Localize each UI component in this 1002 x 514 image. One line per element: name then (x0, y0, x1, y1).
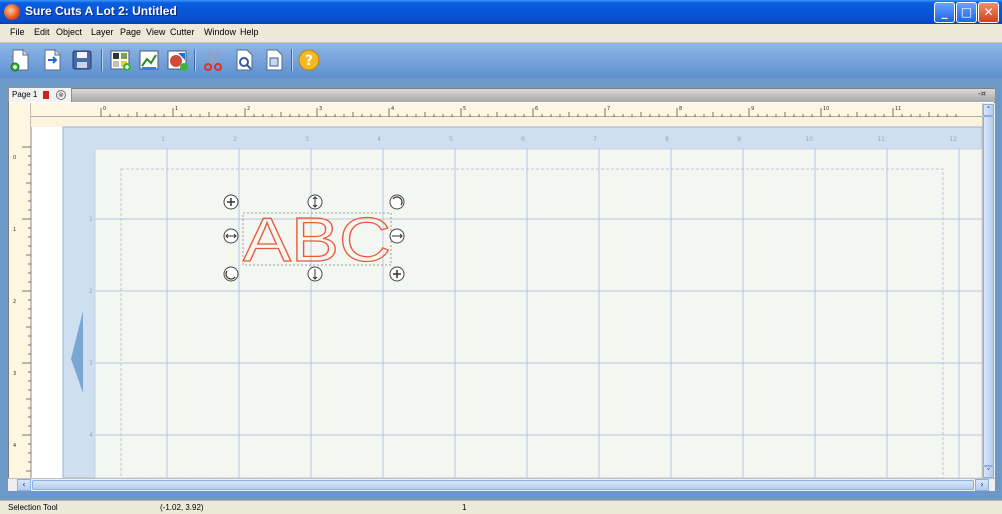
status-cursor-coordinates: (-1.02, 3.92) (160, 503, 204, 512)
top-ruler-label: 4 (391, 106, 394, 112)
top-ruler-label: 3 (319, 106, 322, 112)
left-ruler-label: 0 (13, 155, 16, 161)
horizontal-scroll-thumb[interactable] (32, 480, 974, 490)
save-icon[interactable] (70, 48, 94, 72)
mat-column-label: 12 (949, 136, 957, 143)
status-bar (0, 500, 1002, 514)
menu-object[interactable]: Object (56, 27, 82, 37)
design-workspace[interactable]: 1 2 3 4 5 6 7 8 9 10 11 12 1234 0 1 2 3 4 5 6 7 8 9 10 11 0123… (9, 103, 982, 478)
window-title: Sure Cuts A Lot 2: Untitled (25, 4, 177, 18)
print-preview-icon[interactable] (262, 48, 286, 72)
mat-column-label: 3 (305, 136, 309, 143)
menu-view[interactable]: View (146, 27, 165, 37)
top-ruler-label: 7 (607, 106, 610, 112)
top-ruler-label: 9 (751, 106, 754, 112)
scroll-up-button[interactable]: ˄ (983, 104, 994, 116)
handle-move[interactable] (223, 194, 239, 210)
tab-strip-menu-button[interactable]: -¤ (978, 89, 986, 98)
vertical-scroll-thumb[interactable] (983, 116, 994, 466)
mat-column-label: 4 (377, 136, 381, 143)
menu-layer[interactable]: Layer (91, 27, 114, 37)
help-icon[interactable]: ? (297, 48, 321, 72)
left-ruler-label: 1 (13, 227, 16, 233)
handle-rotate-top-right[interactable] (389, 194, 405, 210)
left-ruler-label: 2 (13, 299, 16, 305)
handle-right-resize[interactable] (389, 228, 405, 244)
scroll-right-button[interactable]: › (975, 479, 989, 491)
status-current-tool: Selection Tool (8, 503, 58, 512)
open-document-icon[interactable] (40, 48, 64, 72)
title-bar: Sure Cuts A Lot 2: Untitled _ □ ✕ (0, 0, 1002, 24)
top-ruler-label: 1 (175, 106, 178, 112)
handle-scale-bottom-right[interactable] (389, 266, 405, 282)
import-shape-icon[interactable] (165, 48, 189, 72)
handle-left-resize[interactable] (223, 228, 239, 244)
application-window: Sure Cuts A Lot 2: Untitled _ □ ✕ File E… (0, 0, 1002, 514)
import-chart-icon[interactable] (137, 48, 161, 72)
top-ruler-label: 6 (535, 106, 538, 112)
top-ruler-label: 8 (679, 106, 682, 112)
new-document-icon[interactable] (8, 48, 32, 72)
mat-row-label: 1 (89, 216, 93, 223)
scroll-left-button[interactable]: ‹ (17, 479, 31, 491)
minimize-button[interactable]: _ (934, 2, 955, 23)
left-ruler-label: 4 (13, 443, 16, 449)
handle-rotate-bottom-left[interactable] (223, 266, 239, 282)
mat-column-label: 6 (521, 136, 525, 143)
handle-top-resize[interactable] (307, 194, 323, 210)
menu-bar: File Edit Object Layer Page View Cutter … (0, 24, 1002, 43)
scroll-down-button[interactable]: ˅ (983, 466, 994, 478)
left-ruler-label: 3 (13, 371, 16, 377)
top-ruler-label: 2 (247, 106, 250, 112)
top-ruler-label: 5 (463, 106, 466, 112)
cut-scissors-icon[interactable] (201, 48, 225, 72)
handle-bottom-resize[interactable] (307, 266, 323, 282)
toolbar-separator (194, 49, 196, 71)
top-ruler-label: 0 (103, 106, 106, 112)
close-button[interactable]: ✕ (978, 2, 999, 23)
tab-modified-indicator (43, 91, 49, 99)
import-image-icon[interactable] (108, 48, 132, 72)
status-page-number: 1 (462, 503, 467, 512)
mat-column-label: 2 (233, 136, 237, 143)
tab-page-1[interactable]: Page 1 ⊗ (8, 87, 72, 103)
mat-column-label: 8 (665, 136, 669, 143)
menu-cutter[interactable]: Cutter (170, 27, 195, 37)
tab-close-icon[interactable]: ⊗ (56, 90, 66, 100)
toolbar-separator (291, 49, 293, 71)
mat-column-label: 11 (877, 136, 885, 143)
mat-row-label: 3 (89, 360, 93, 367)
toolbar: ? (0, 43, 1002, 78)
app-logo-icon (4, 4, 20, 20)
svg-text:?: ? (305, 53, 313, 69)
maximize-button[interactable]: □ (956, 2, 977, 23)
mat-column-label: 5 (449, 136, 453, 143)
mat-column-label: 10 (805, 136, 813, 143)
menu-help[interactable]: Help (240, 27, 259, 37)
toolbar-separator (101, 49, 103, 71)
tab-label: Page 1 (12, 90, 38, 99)
top-ruler-label: 11 (895, 106, 901, 112)
top-ruler-label: 10 (823, 106, 829, 112)
preview-icon[interactable] (232, 48, 256, 72)
tab-strip (8, 88, 995, 102)
menu-edit[interactable]: Edit (34, 27, 50, 37)
design-text-abc[interactable]: ABC (242, 205, 391, 275)
mat-column-label: 7 (593, 136, 597, 143)
mat-column-label: 9 (737, 136, 741, 143)
mat-column-label: 1 (161, 136, 165, 143)
mat-row-label: 4 (89, 432, 93, 439)
menu-page[interactable]: Page (120, 27, 141, 37)
menu-file[interactable]: File (10, 27, 25, 37)
mat-row-label: 2 (89, 288, 93, 295)
menu-window[interactable]: Window (204, 27, 236, 37)
